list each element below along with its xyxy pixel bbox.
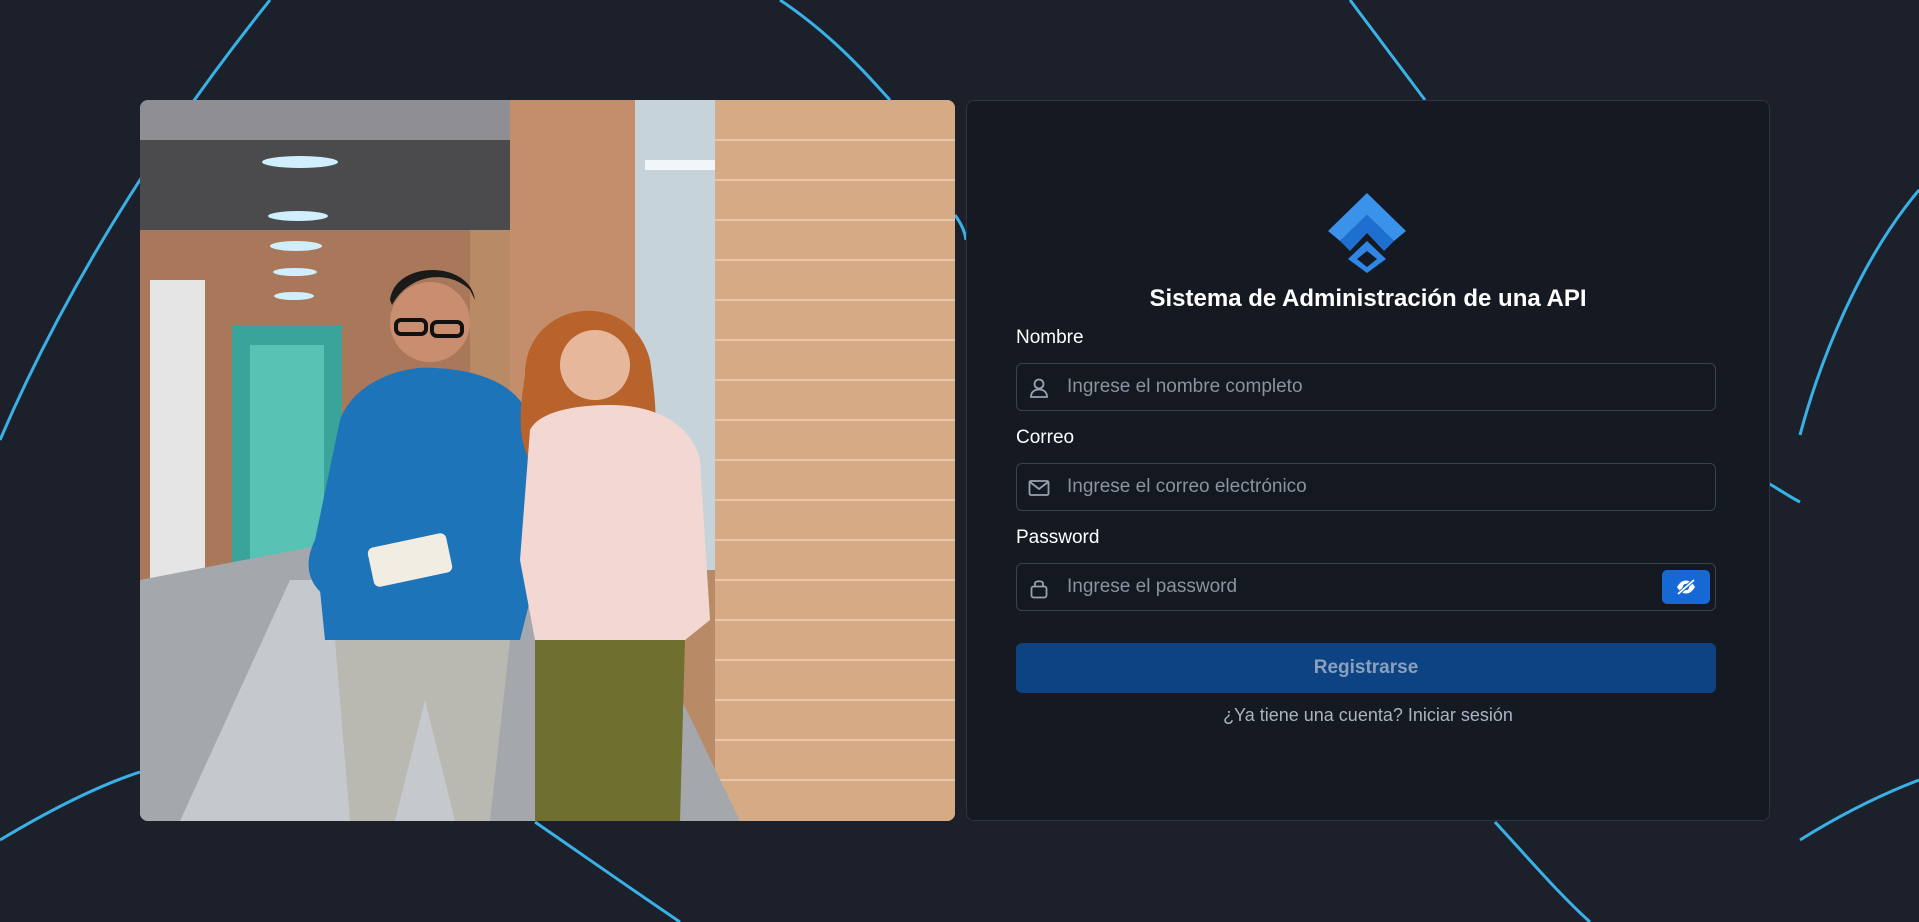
page-title: Sistema de Administración de una API (1149, 285, 1587, 312)
name-field-wrapper (1016, 363, 1716, 411)
name-label: Nombre (1016, 327, 1084, 348)
register-button[interactable]: Registrarse (1016, 643, 1716, 693)
password-label: Password (1016, 527, 1100, 548)
eye-slash-icon (1676, 578, 1696, 596)
login-link[interactable]: Iniciar sesión (1408, 705, 1513, 725)
user-icon (1030, 378, 1048, 398)
register-card: Sistema de Administración de una API Nom… (966, 100, 1770, 821)
name-input[interactable] (1067, 364, 1647, 410)
email-label: Correo (1016, 427, 1075, 448)
login-prompt: ¿Ya tiene una cuenta? Iniciar sesión (967, 705, 1769, 726)
envelope-icon (1028, 480, 1050, 496)
toggle-password-visibility-button[interactable] (1662, 570, 1710, 604)
stacked-chevron-logo-icon (1328, 193, 1406, 273)
lock-icon (1030, 580, 1048, 599)
login-prompt-text: ¿Ya tiene una cuenta? (1223, 705, 1403, 725)
email-field-wrapper (1016, 463, 1716, 511)
office-photo (140, 100, 955, 821)
password-field-wrapper (1016, 563, 1716, 611)
password-input[interactable] (1067, 564, 1647, 610)
email-input[interactable] (1067, 464, 1647, 510)
